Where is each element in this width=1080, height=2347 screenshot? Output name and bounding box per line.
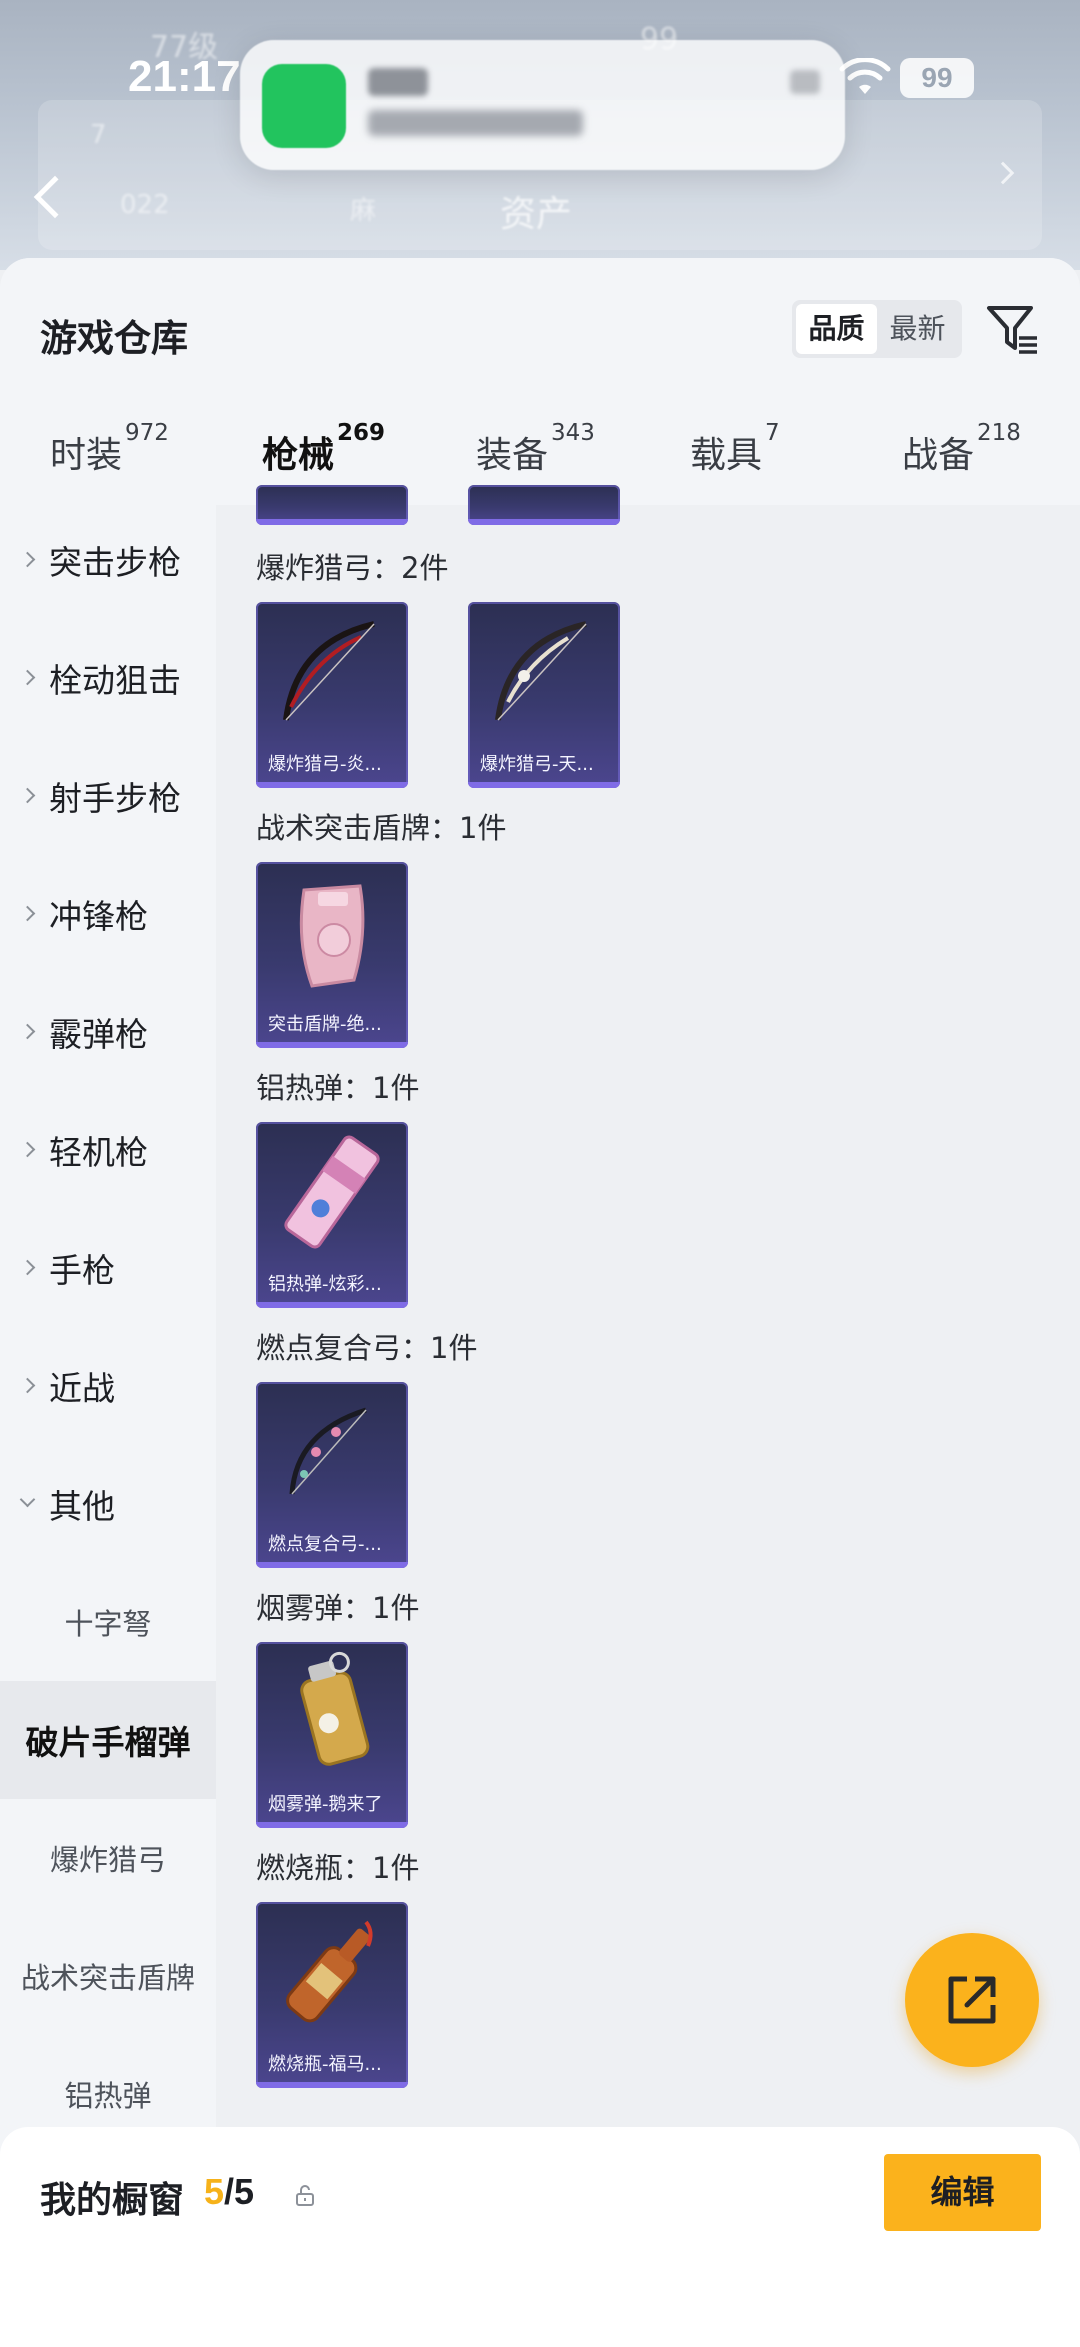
tab-equipment[interactable]: 装备343: [476, 420, 595, 478]
bow-icon: [495, 621, 587, 721]
chevron-right-icon: [19, 1377, 36, 1394]
group-title: 战术突击盾牌：1件: [256, 811, 507, 845]
sidebar-item-bolt-sniper[interactable]: 栓动狙击: [0, 619, 216, 737]
category-sidebar: 突击步枪 栓动狙击 射手步枪 冲锋枪 霰弹枪 轻机枪 手枪 近战 其他 十字弩 …: [0, 505, 216, 2347]
item-card[interactable]: 燃烧瓶-福马...: [256, 1902, 408, 2088]
notification-text: [368, 110, 583, 136]
sidebar-item-assault-rifle[interactable]: 突击步枪: [0, 501, 216, 619]
group-title: 燃点复合弓：1件: [256, 1331, 478, 1365]
notification-banner[interactable]: [240, 40, 845, 170]
sidebar-item-marksman-rifle[interactable]: 射手步枪: [0, 737, 216, 855]
warehouse-header: 游戏仓库 品质 最新 时装972 枪械269 装备343 载具7 战备218: [0, 258, 1080, 505]
battery-indicator: 99: [900, 58, 974, 98]
showcase-count: 5/5: [204, 2171, 255, 2212]
compound-bow-icon: [289, 1407, 367, 1495]
item-card[interactable]: 爆炸猎弓-天...: [468, 602, 620, 788]
sidebar-subitem-frag-grenade[interactable]: 破片手榴弹: [0, 1681, 216, 1799]
molotov-icon: [286, 1920, 373, 2023]
item-card[interactable]: 铝热弹-炫彩...: [256, 1122, 408, 1308]
notification-time: [790, 70, 820, 94]
sidebar-subitem-crossbow[interactable]: 十字弩: [0, 1563, 216, 1681]
group-title: 铝热弹：1件: [256, 1071, 420, 1105]
sidebar-item-smg[interactable]: 冲锋枪: [0, 855, 216, 973]
assets-tab[interactable]: 资产: [500, 185, 572, 237]
smoke-grenade-icon: [300, 1651, 370, 1766]
tab-combat-gear[interactable]: 战备218: [902, 420, 1021, 478]
item-list: 爆炸猎弓：2件 爆炸猎弓-炎... 爆炸猎弓-天... 战术突击盾牌：1件 突击…: [216, 485, 1080, 2347]
notification-title: [368, 68, 428, 96]
warehouse-sheet: 游戏仓库 品质 最新 时装972 枪械269 装备343 载具7 战备218 突…: [0, 258, 1080, 2347]
chevron-right-icon: [19, 905, 36, 922]
chevron-right-icon: [19, 1023, 36, 1040]
grenade-icon: [284, 1135, 380, 1249]
shield-icon: [299, 884, 365, 988]
lock-icon: [296, 2185, 314, 2206]
chevron-right-icon: [19, 1259, 36, 1276]
tab-fashion[interactable]: 时装972: [50, 420, 169, 478]
sidebar-item-lmg[interactable]: 轻机枪: [0, 1091, 216, 1209]
group-title: 爆炸猎弓：2件: [256, 551, 449, 585]
tab-vehicles[interactable]: 载具7: [690, 420, 780, 478]
sidebar-item-pistol[interactable]: 手枪: [0, 1209, 216, 1327]
item-card[interactable]: 爆炸猎弓-炎...: [256, 602, 408, 788]
wifi-icon: [839, 58, 891, 94]
status-time: 21:17: [128, 52, 241, 101]
sidebar-item-other[interactable]: 其他: [0, 1445, 216, 1563]
external-link-icon: [948, 1976, 996, 2024]
chevron-down-icon: [19, 1491, 36, 1508]
sort-quality-button[interactable]: 品质: [796, 304, 877, 354]
filter-icon[interactable]: [985, 302, 1039, 356]
message-app-icon: [262, 64, 346, 148]
sidebar-item-shotgun[interactable]: 霰弹枪: [0, 973, 216, 1091]
page-title: 游戏仓库: [40, 317, 188, 360]
group-title: 燃烧瓶：1件: [256, 1851, 420, 1885]
edit-button[interactable]: 编辑: [884, 2154, 1041, 2231]
item-card[interactable]: 突击盾牌-绝...: [256, 862, 408, 1048]
item-card[interactable]: 烟雾弹-鹅来了: [256, 1642, 408, 1828]
chevron-right-icon: [19, 787, 36, 804]
sort-toggle: 品质 最新: [792, 300, 962, 358]
item-card-partial[interactable]: [256, 485, 408, 525]
sort-newest-button[interactable]: 最新: [877, 304, 958, 354]
chevron-right-icon: [19, 669, 36, 686]
sidebar-item-melee[interactable]: 近战: [0, 1327, 216, 1445]
sidebar-subitem-assault-shield[interactable]: 战术突击盾牌: [0, 1917, 216, 2035]
chevron-right-icon: [19, 1141, 36, 1158]
showcase-bar: 我的橱窗 5/5 编辑: [0, 2127, 1080, 2347]
sidebar-subitem-explosive-bow[interactable]: 爆炸猎弓: [0, 1799, 216, 1917]
tab-guns[interactable]: 枪械269: [262, 420, 385, 478]
bow-icon: [283, 621, 375, 721]
group-title: 烟雾弹：1件: [256, 1591, 420, 1625]
showcase-title: 我的橱窗: [40, 2180, 185, 2221]
item-card-partial[interactable]: [468, 485, 620, 525]
chevron-right-icon: [19, 551, 36, 568]
item-card[interactable]: 燃点复合弓-...: [256, 1382, 408, 1568]
share-button[interactable]: [905, 1933, 1039, 2067]
